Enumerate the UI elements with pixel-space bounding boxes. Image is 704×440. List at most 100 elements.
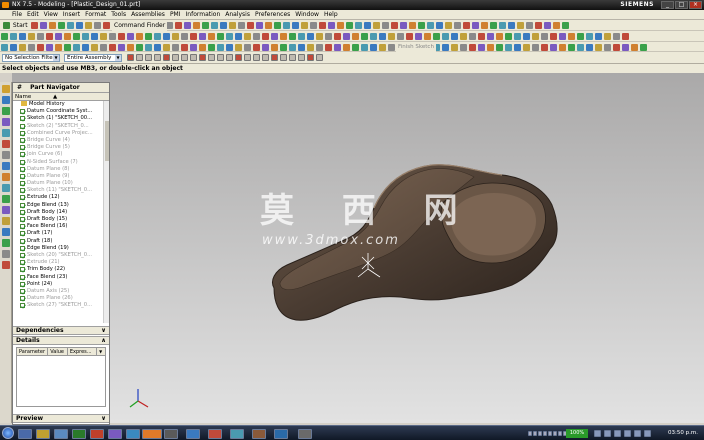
checkmark-icon[interactable] (20, 123, 26, 130)
checkmark-icon[interactable] (20, 159, 26, 166)
taskbar-app-button[interactable] (108, 429, 122, 439)
close-button[interactable]: × (689, 1, 702, 9)
checkmark-icon[interactable] (20, 245, 26, 252)
chevron-down-icon[interactable]: ▼ (97, 348, 105, 355)
toolbar-tool-icon[interactable] (489, 22, 497, 29)
toolbar-tool-icon[interactable] (559, 33, 566, 40)
toolbar-tool-icon[interactable] (172, 44, 179, 51)
toolbar-tool-icon[interactable] (343, 33, 350, 40)
toolbar-tool-icon[interactable] (352, 44, 359, 51)
snap-point-icon[interactable] (172, 54, 179, 61)
snap-point-icon[interactable] (244, 54, 251, 61)
toolbar-tool-icon[interactable] (82, 44, 89, 51)
toolbar-tool-icon[interactable] (145, 44, 152, 51)
toolbar-tool-icon[interactable] (406, 33, 413, 40)
toolbar-tool-icon[interactable] (453, 22, 461, 29)
snap-point-icon[interactable] (208, 54, 215, 61)
toolbar-tool-icon[interactable] (568, 44, 575, 51)
toolbar-tool-icon[interactable] (309, 22, 317, 29)
toolbar-tool-icon[interactable] (73, 44, 80, 51)
tree-row[interactable]: Model History (13, 101, 105, 108)
toolbar-tool-icon[interactable] (192, 22, 200, 29)
resource-tab-icon[interactable] (2, 261, 10, 269)
toolbar-tool-icon[interactable] (316, 33, 323, 40)
toolbar-tool-icon[interactable] (244, 33, 251, 40)
resource-tab-icon[interactable] (2, 151, 10, 159)
menu-edit[interactable]: Edit (27, 11, 39, 18)
toolbar-tool-icon[interactable] (318, 22, 326, 29)
toolbar-tool-icon[interactable] (388, 44, 395, 51)
toolbar-tool-icon[interactable] (397, 33, 404, 40)
tray-icon[interactable] (634, 430, 641, 437)
snap-point-icon[interactable] (253, 54, 260, 61)
snap-point-icon[interactable] (190, 54, 197, 61)
toolbar-tool-icon[interactable] (505, 44, 512, 51)
menu-format[interactable]: Format (85, 11, 106, 18)
toolbar-tool-icon[interactable] (163, 44, 170, 51)
toolbar-tool-icon[interactable] (136, 33, 143, 40)
toolbar-tool-icon[interactable] (325, 44, 332, 51)
toolbar-tool-icon[interactable] (48, 22, 56, 29)
toolbar-tool-icon[interactable] (210, 22, 218, 29)
toolbar-tool-icon[interactable] (352, 33, 359, 40)
menu-preferences[interactable]: Preferences (255, 11, 290, 18)
toolbar-tool-icon[interactable] (379, 33, 386, 40)
toolbar-tool-icon[interactable] (118, 44, 125, 51)
toolbar-tool-icon[interactable] (622, 44, 629, 51)
toolbar-tool-icon[interactable] (201, 22, 209, 29)
toolbar-tool-icon[interactable] (379, 44, 386, 51)
toolbar-tool-icon[interactable] (127, 44, 134, 51)
tree-row[interactable]: Point (24) (13, 281, 105, 288)
toolbar-tool-icon[interactable] (57, 22, 65, 29)
toolbar-tool-icon[interactable] (181, 44, 188, 51)
menu-insert[interactable]: Insert (63, 11, 80, 18)
tree-row[interactable]: Edge Blend (13) (13, 202, 105, 209)
toolbar-tool-icon[interactable] (478, 33, 485, 40)
tray-icon[interactable] (533, 431, 537, 436)
toolbar-tool-icon[interactable] (228, 22, 236, 29)
resource-tab-icon[interactable] (2, 85, 10, 93)
tray-icon[interactable] (558, 431, 562, 436)
toolbar-tool-icon[interactable] (316, 44, 323, 51)
tree-scrollbar[interactable] (103, 101, 109, 323)
toolbar-tool-icon[interactable] (604, 44, 611, 51)
toolbar-tool-icon[interactable] (55, 44, 62, 51)
selection-filter-dropdown[interactable]: No Selection Filter ▼ (2, 54, 60, 62)
scroll-thumb[interactable] (105, 121, 109, 161)
taskbar-app-button[interactable] (142, 429, 162, 439)
toolbar-tool-icon[interactable] (235, 33, 242, 40)
snap-point-icon[interactable] (217, 54, 224, 61)
taskbar-app-button[interactable] (126, 429, 140, 439)
snap-point-icon[interactable] (136, 54, 143, 61)
column-header-name[interactable]: Name ▲ (13, 93, 109, 101)
toolbar-tool-icon[interactable] (109, 44, 116, 51)
snap-point-icon[interactable] (298, 54, 305, 61)
toolbar-tool-icon[interactable] (217, 33, 224, 40)
toolbar-tool-icon[interactable] (219, 22, 227, 29)
tray-icon[interactable] (548, 431, 552, 436)
taskbar-app-button[interactable] (90, 429, 104, 439)
snap-point-icon[interactable] (316, 54, 323, 61)
tree-row[interactable]: Datum Plane (26) (13, 295, 105, 302)
details-section[interactable]: Details ∧ (13, 336, 109, 345)
checkmark-icon[interactable] (20, 116, 26, 123)
checkmark-icon[interactable] (20, 238, 26, 245)
toolbar-tool-icon[interactable] (307, 44, 314, 51)
toolbar-tool-icon[interactable] (433, 33, 440, 40)
toolbar-tool-icon[interactable] (28, 33, 35, 40)
toolbar-tool-icon[interactable] (190, 33, 197, 40)
details-col-parameter[interactable]: Parameter (17, 348, 49, 355)
toolbar-tool-icon[interactable] (417, 22, 425, 29)
toolbar-tool-icon[interactable] (91, 33, 98, 40)
snap-point-icon[interactable] (271, 54, 278, 61)
toolbar-tool-icon[interactable] (525, 22, 533, 29)
command-finder-button[interactable]: Command Finder (112, 20, 168, 31)
toolbar-tool-icon[interactable] (280, 44, 287, 51)
toolbar-tool-icon[interactable] (172, 33, 179, 40)
minimize-button[interactable]: _ (661, 1, 674, 9)
toolbar-tool-icon[interactable] (244, 44, 251, 51)
toolbar-tool-icon[interactable] (199, 33, 206, 40)
toolbar-tool-icon[interactable] (199, 44, 206, 51)
graphics-window[interactable] (12, 73, 704, 423)
toolbar-tool-icon[interactable] (271, 44, 278, 51)
